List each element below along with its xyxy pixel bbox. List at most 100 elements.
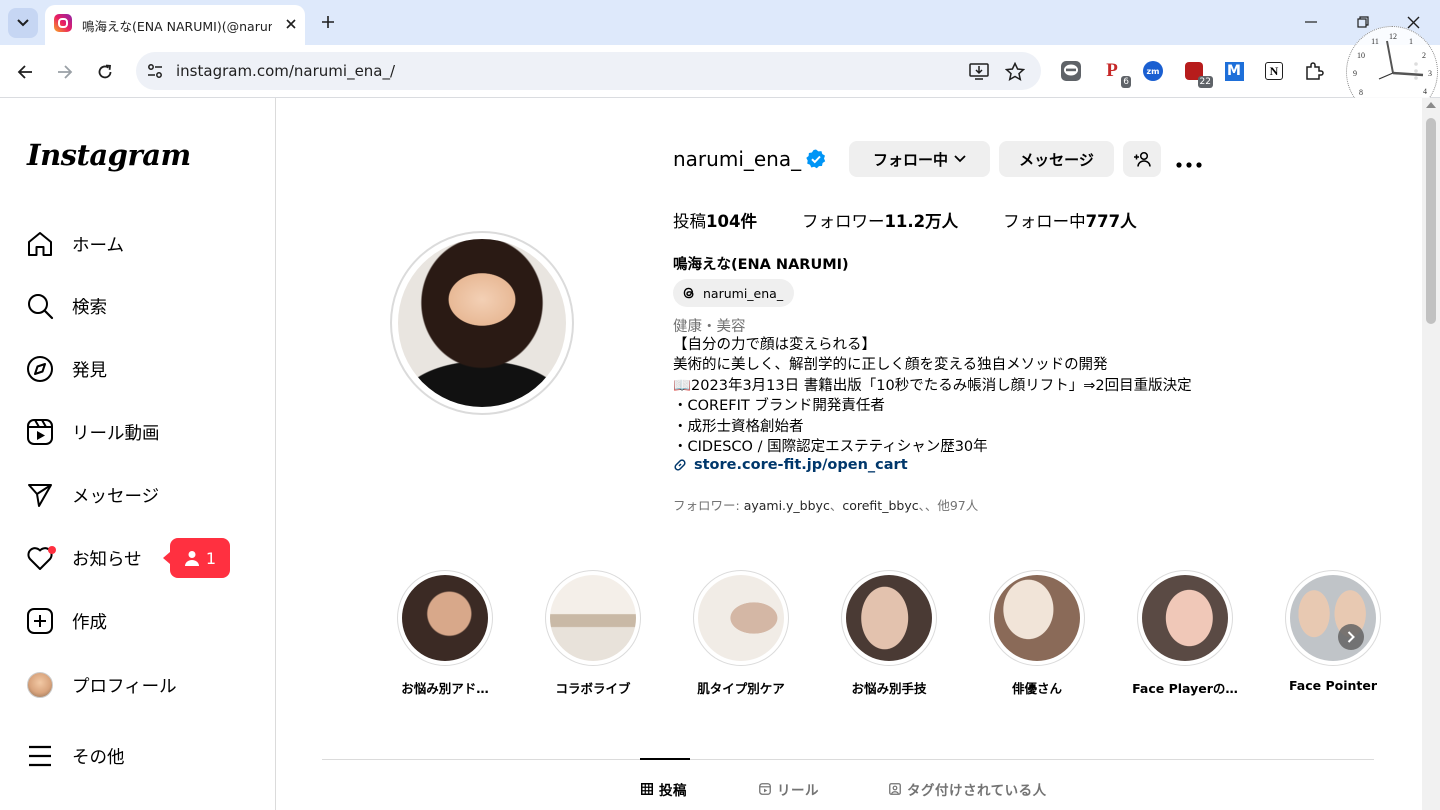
profile-full-name: 鳴海えな(ENA NARUMI)	[673, 257, 849, 273]
followed-by-text[interactable]: フォロワー: ayami.y_bbyc、corefit_bbyc、、他97人	[673, 495, 978, 514]
notion-icon-text: N	[1269, 63, 1279, 78]
zoom-icon: zm	[1143, 61, 1163, 81]
arrow-left-icon	[17, 65, 32, 79]
followed-by-user: corefit_bbyc	[842, 498, 919, 513]
add-person-icon	[1134, 151, 1151, 167]
threads-link[interactable]: narumi_ena_	[673, 279, 795, 307]
highlight-thumbnail	[698, 575, 784, 661]
reels-small-icon	[759, 783, 771, 795]
scroll-up-arrow-icon[interactable]	[1426, 102, 1436, 108]
highlight-label: 肌タイプ別ケア	[697, 681, 785, 696]
highlights-next-button[interactable]	[1338, 624, 1364, 650]
zoom-icon-text: zm	[1146, 66, 1160, 76]
forward-button[interactable]	[50, 57, 80, 87]
line-extension-button[interactable]	[1059, 59, 1083, 83]
sidebar-item-label: ホーム	[72, 235, 124, 256]
site-settings-icon[interactable]	[146, 62, 164, 80]
sidebar-item-explore[interactable]: 発見	[26, 354, 107, 384]
suggested-users-button[interactable]	[1123, 141, 1161, 177]
sidebar-item-label: 検索	[72, 297, 107, 318]
followers-count[interactable]: フォロワー 11.2万人	[802, 208, 958, 232]
tab-title: 鳴海えな(ENA NARUMI)(@narumi_ena_)	[82, 19, 272, 34]
p-extension-button[interactable]: P 6	[1100, 59, 1131, 88]
profile-avatar-small	[27, 672, 53, 698]
install-app-button[interactable]	[968, 61, 990, 83]
url-text[interactable]: instagram.com/narumi_ena_/	[176, 62, 395, 80]
home-icon	[26, 230, 54, 258]
stat-label: フォロワー	[801, 212, 885, 231]
tab-search-button[interactable]	[8, 8, 38, 38]
following-count[interactable]: フォロー中 777人	[1003, 208, 1136, 232]
clock-number: 10	[1357, 51, 1365, 60]
tab-close-button[interactable]	[281, 14, 301, 34]
tab-label: 投稿	[659, 783, 687, 799]
threads-icon	[683, 287, 694, 299]
arrow-right-icon	[58, 65, 73, 79]
extensions-menu-button[interactable]	[1302, 59, 1326, 83]
tabs-divider	[322, 759, 1374, 760]
new-tab-button[interactable]	[316, 10, 340, 34]
sidebar-item-label: お知らせ	[72, 549, 142, 570]
page-scrollbar[interactable]	[1422, 98, 1440, 810]
sidebar-item-profile[interactable]: プロフィール	[26, 670, 177, 700]
message-button-label: メッセージ	[1019, 150, 1094, 169]
highlight-ring	[397, 570, 493, 666]
tab-posts[interactable]: 投稿	[641, 779, 687, 799]
clock-number: 9	[1353, 69, 1357, 78]
sidebar-item-create[interactable]: 作成	[26, 606, 107, 636]
clock-number: 3	[1428, 69, 1432, 78]
notification-popover[interactable]: 1	[163, 538, 230, 578]
reload-button[interactable]	[90, 57, 120, 87]
highlight-ring	[693, 570, 789, 666]
profile-picture-ring[interactable]	[390, 231, 574, 415]
p-extension-icon: P	[1106, 60, 1118, 81]
m-icon-text: M	[1227, 63, 1241, 79]
red-extension-button[interactable]: 22	[1182, 59, 1213, 88]
line-icon	[1061, 61, 1081, 81]
bio-line: 📖2023年3月13日 書籍出版「10秒でたるみ帳消し顔リフト」⇒2回目重版決定	[673, 377, 1192, 394]
extension-badge: 22	[1197, 76, 1213, 88]
highlight-ring	[841, 570, 937, 666]
sidebar-item-label: リール動画	[72, 423, 160, 444]
highlight-label: 俳優さん	[1011, 681, 1062, 696]
profile-external-link[interactable]: store.core-fit.jp/open_cart	[673, 457, 908, 473]
create-icon	[26, 607, 54, 635]
profile-category: 健康・美容	[673, 319, 746, 335]
compass-icon	[26, 355, 54, 383]
sidebar-item-more[interactable]: その他	[26, 741, 125, 771]
tab-reels[interactable]: リール	[759, 779, 819, 799]
sidebar-item-messages[interactable]: メッセージ	[26, 480, 159, 510]
profile-username: narumi_ena_	[673, 147, 802, 171]
bookmark-button[interactable]	[1004, 61, 1026, 83]
sidebar-item-reels[interactable]: リール動画	[26, 417, 160, 447]
link-icon	[674, 459, 686, 471]
person-icon	[184, 551, 199, 566]
m-extension-button[interactable]: M	[1222, 59, 1246, 83]
m-extension-icon: M	[1224, 61, 1244, 81]
clock-number: 12	[1389, 32, 1397, 41]
tagged-icon	[889, 783, 901, 795]
stat-value: 104件	[706, 212, 757, 231]
tab-tagged[interactable]: タグ付けされている人	[889, 779, 1047, 799]
clock-number: 11	[1371, 37, 1379, 46]
scrollbar-thumb[interactable]	[1426, 118, 1436, 324]
following-button[interactable]: フォロー中	[849, 141, 990, 177]
plus-icon	[322, 16, 334, 28]
minimize-button[interactable]	[1296, 8, 1326, 36]
zoom-extension-button[interactable]: zm	[1141, 59, 1165, 83]
heart-icon	[26, 544, 56, 572]
message-button[interactable]: メッセージ	[999, 141, 1114, 177]
sidebar-item-label: メッセージ	[72, 486, 160, 507]
sidebar-item-search[interactable]: 検索	[26, 291, 107, 321]
profile-options-button[interactable]	[1176, 149, 1202, 173]
back-button[interactable]	[10, 57, 40, 87]
sidebar-item-home[interactable]: ホーム	[26, 229, 124, 259]
sidebar-item-label: 作成	[72, 612, 107, 633]
story-highlights: お悩み別アド… コラボライブ 肌タイプ別ケア お悩み別手技 俳優さん Face …	[371, 570, 1381, 700]
browser-tab-active[interactable]: 鳴海えな(ENA NARUMI)(@narumi_ena_)	[45, 5, 305, 45]
notion-extension-button[interactable]: N	[1262, 59, 1286, 83]
sidebar-item-label: 発見	[72, 360, 107, 381]
address-bar[interactable]: instagram.com/narumi_ena_/	[136, 52, 1041, 90]
sidebar-item-notifications[interactable]: お知らせ	[26, 543, 142, 573]
instagram-logo[interactable]: Instagram	[27, 138, 191, 172]
